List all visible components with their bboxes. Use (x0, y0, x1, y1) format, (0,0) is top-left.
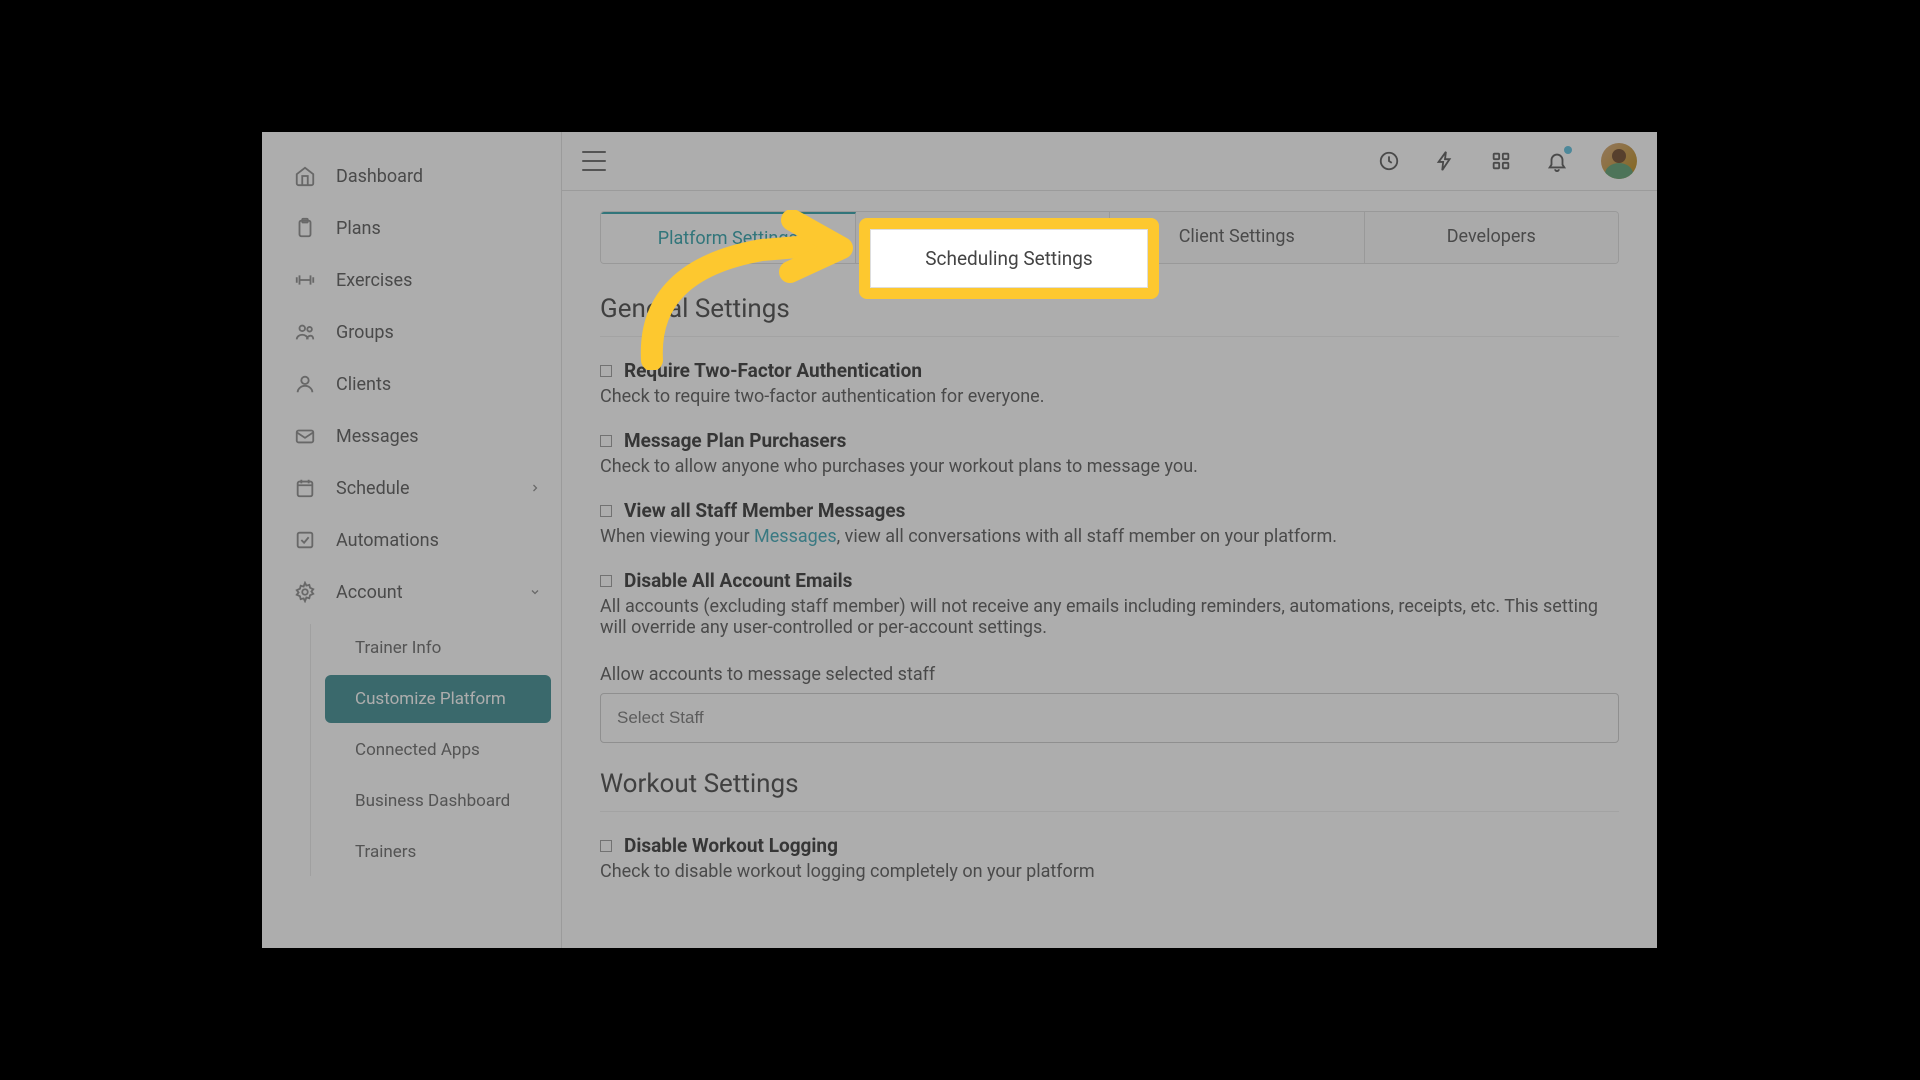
avatar[interactable] (1601, 143, 1637, 179)
sidebar: Dashboard Plans Exercises Groups (262, 132, 562, 948)
disable-logging-checkbox[interactable] (600, 840, 612, 852)
messages-link[interactable]: Messages (754, 526, 837, 547)
notification-dot (1564, 146, 1572, 154)
account-subnav: Trainer Info Customize Platform Connecte… (310, 624, 561, 876)
sidebar-item-label: Clients (336, 374, 391, 395)
lightning-icon[interactable] (1433, 149, 1457, 173)
highlight-scheduling-tab: Scheduling Settings (859, 218, 1159, 299)
sidebar-item-plans[interactable]: Plans (262, 202, 561, 254)
clipboard-icon (292, 215, 318, 241)
twofa-checkbox[interactable] (600, 365, 612, 377)
subnav-business-dashboard[interactable]: Business Dashboard (325, 777, 551, 825)
groups-icon (292, 319, 318, 345)
view-staff-label: View all Staff Member Messages (624, 499, 905, 522)
app-container: Dashboard Plans Exercises Groups (262, 132, 1657, 948)
highlight-label: Scheduling Settings (870, 229, 1148, 288)
general-settings-heading: General Settings (600, 294, 1619, 337)
twofa-label: Require Two-Factor Authentication (624, 359, 922, 382)
sidebar-item-label: Groups (336, 322, 394, 343)
sidebar-item-schedule[interactable]: Schedule (262, 462, 561, 514)
disable-emails-label: Disable All Account Emails (624, 569, 852, 592)
disable-logging-label: Disable Workout Logging (624, 834, 838, 857)
bell-icon[interactable] (1545, 149, 1569, 173)
sidebar-item-label: Plans (336, 218, 381, 239)
menu-toggle-button[interactable] (582, 151, 606, 171)
sidebar-item-exercises[interactable]: Exercises (262, 254, 561, 306)
chevron-right-icon (529, 478, 541, 499)
setting-view-staff-messages: View all Staff Member Messages When view… (600, 499, 1619, 547)
sidebar-item-automations[interactable]: Automations (262, 514, 561, 566)
select-staff-input[interactable] (600, 693, 1619, 743)
view-staff-checkbox[interactable] (600, 505, 612, 517)
sidebar-item-label: Exercises (336, 270, 412, 291)
chevron-down-icon (529, 582, 541, 603)
topbar (562, 132, 1657, 191)
apps-grid-icon[interactable] (1489, 149, 1513, 173)
disable-emails-desc: All accounts (excluding staff member) wi… (600, 596, 1619, 638)
setting-disable-logging: Disable Workout Logging Check to disable… (600, 834, 1619, 882)
user-icon (292, 371, 318, 397)
envelope-icon (292, 423, 318, 449)
msg-purchasers-label: Message Plan Purchasers (624, 429, 846, 452)
view-staff-desc: When viewing your Messages, view all con… (600, 526, 1619, 547)
workout-settings-heading: Workout Settings (600, 769, 1619, 812)
sidebar-item-label: Dashboard (336, 166, 423, 187)
msg-purchasers-desc: Check to allow anyone who purchases your… (600, 456, 1619, 477)
subnav-trainers[interactable]: Trainers (325, 828, 551, 876)
subnav-connected-apps[interactable]: Connected Apps (325, 726, 551, 774)
sidebar-item-clients[interactable]: Clients (262, 358, 561, 410)
sidebar-item-groups[interactable]: Groups (262, 306, 561, 358)
tab-platform-settings[interactable]: Platform Settings (601, 212, 856, 263)
disable-logging-desc: Check to disable workout logging complet… (600, 861, 1619, 882)
content: Platform Settings Scheduling Settings Cl… (562, 191, 1657, 948)
setting-disable-emails: Disable All Account Emails All accounts … (600, 569, 1619, 638)
setting-msg-purchasers: Message Plan Purchasers Check to allow a… (600, 429, 1619, 477)
sidebar-item-label: Account (336, 582, 403, 603)
sidebar-item-label: Automations (336, 530, 439, 551)
tab-developers[interactable]: Developers (1365, 212, 1619, 263)
sidebar-item-label: Schedule (336, 478, 410, 499)
sidebar-item-dashboard[interactable]: Dashboard (262, 150, 561, 202)
sidebar-item-account[interactable]: Account (262, 566, 561, 618)
home-icon (292, 163, 318, 189)
calendar-icon (292, 475, 318, 501)
gear-icon (292, 579, 318, 605)
clock-icon[interactable] (1377, 149, 1401, 173)
sidebar-item-messages[interactable]: Messages (262, 410, 561, 462)
msg-purchasers-checkbox[interactable] (600, 435, 612, 447)
dumbbell-icon (292, 267, 318, 293)
setting-twofa: Require Two-Factor Authentication Check … (600, 359, 1619, 407)
allow-msg-label: Allow accounts to message selected staff (600, 664, 1619, 685)
sidebar-item-label: Messages (336, 426, 419, 447)
disable-emails-checkbox[interactable] (600, 575, 612, 587)
checkbox-icon (292, 527, 318, 553)
subnav-customize-platform[interactable]: Customize Platform (325, 675, 551, 723)
subnav-trainer-info[interactable]: Trainer Info (325, 624, 551, 672)
twofa-desc: Check to require two-factor authenticati… (600, 386, 1619, 407)
